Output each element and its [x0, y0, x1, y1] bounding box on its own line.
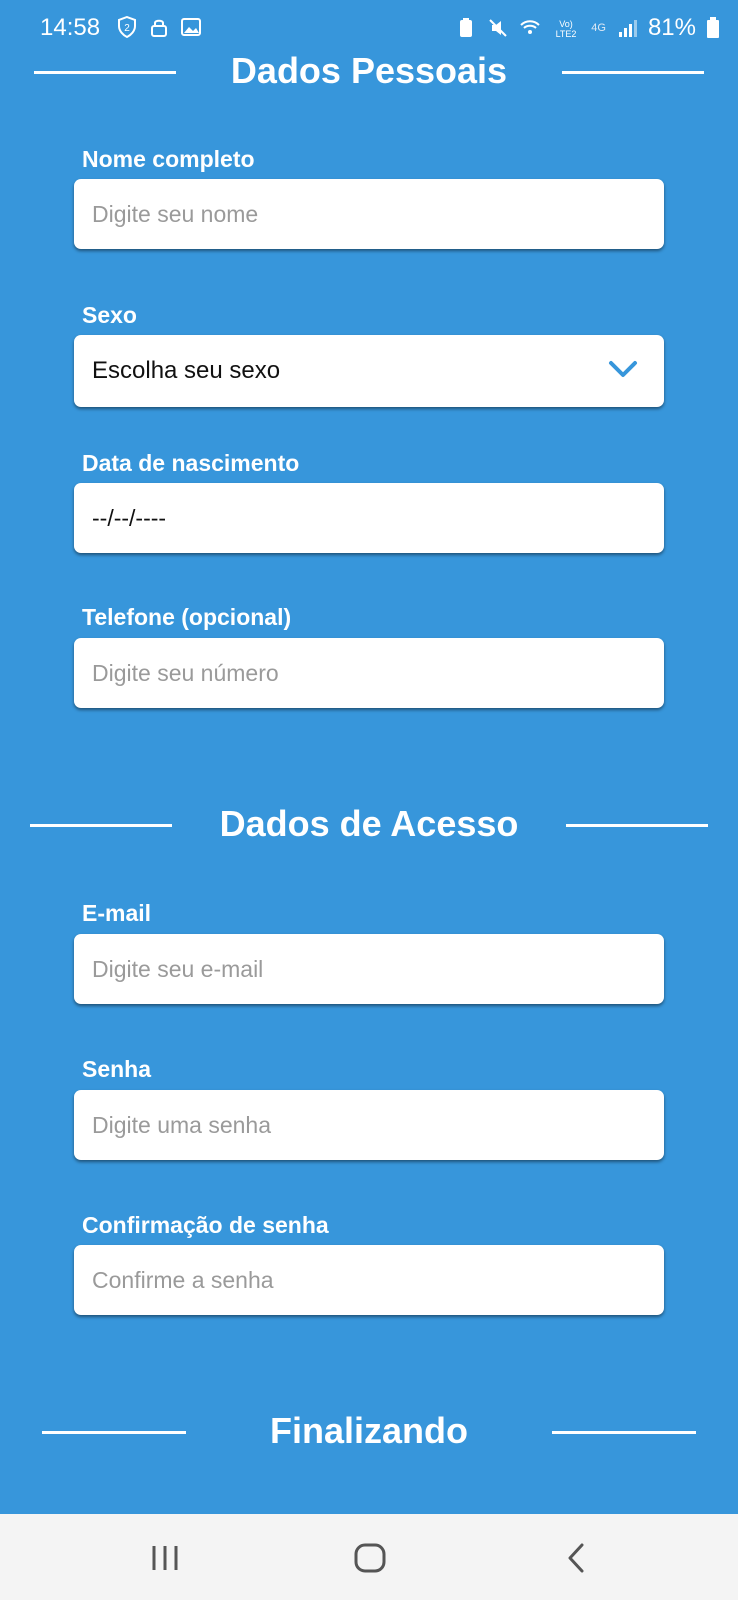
back-icon[interactable] [558, 1542, 598, 1574]
birthdate-field[interactable]: --/--/---- [74, 483, 664, 553]
name-label: Nome completo [82, 146, 255, 172]
network-type: 4G [591, 22, 606, 34]
battery-saver-icon [460, 18, 473, 37]
password-input[interactable] [74, 1090, 664, 1160]
status-right-icons: Vo) LTE2 4G 81% [455, 14, 720, 42]
email-field[interactable] [74, 934, 664, 1004]
wifi-icon [520, 20, 540, 34]
password-field[interactable] [74, 1090, 664, 1160]
section-header-personal: Dados Pessoais [0, 42, 738, 102]
email-input[interactable] [74, 934, 664, 1004]
mute-icon [489, 19, 507, 37]
shield-icon: 2 [118, 16, 136, 38]
section-title: Dados de Acesso [219, 803, 519, 844]
image-icon [181, 18, 201, 36]
phone-input[interactable] [74, 638, 664, 708]
section-title: Finalizando [270, 1410, 468, 1451]
sex-select-value: Escolha seu sexo [92, 357, 281, 384]
birthdate-value: --/--/---- [92, 505, 167, 531]
birthdate-label: Data de nascimento [82, 450, 300, 476]
name-field[interactable] [74, 179, 664, 249]
name-input[interactable] [74, 179, 664, 249]
battery-icon [707, 17, 719, 38]
svg-text:LTE2: LTE2 [556, 29, 577, 39]
svg-text:2: 2 [124, 23, 130, 34]
battery-percent: 81% [647, 14, 696, 41]
status-left-icons: 2 [116, 16, 202, 38]
recent-apps-icon[interactable] [146, 1542, 186, 1574]
sex-select[interactable]: Escolha seu sexo [74, 335, 664, 407]
chevron-down-icon [609, 361, 637, 377]
home-icon[interactable] [350, 1542, 390, 1574]
lock-icon [151, 19, 167, 37]
navigation-bar [0, 1514, 738, 1600]
phone-field[interactable] [74, 638, 664, 708]
email-label: E-mail [82, 900, 152, 926]
volte-icon: Vo) LTE2 [556, 19, 577, 39]
password-confirm-label: Confirmação de senha [82, 1212, 329, 1238]
password-confirm-field[interactable] [74, 1245, 664, 1315]
sex-label: Sexo [82, 302, 137, 328]
section-header-final: Finalizando [0, 1402, 738, 1462]
phone-label: Telefone (opcional) [82, 604, 292, 630]
status-time: 14:58 [40, 14, 101, 41]
signal-icon [618, 20, 637, 37]
svg-text:Vo): Vo) [560, 19, 574, 29]
password-confirm-input[interactable] [74, 1245, 664, 1315]
section-title: Dados Pessoais [230, 50, 508, 91]
password-label: Senha [82, 1056, 152, 1082]
section-header-access: Dados de Acesso [0, 795, 738, 855]
